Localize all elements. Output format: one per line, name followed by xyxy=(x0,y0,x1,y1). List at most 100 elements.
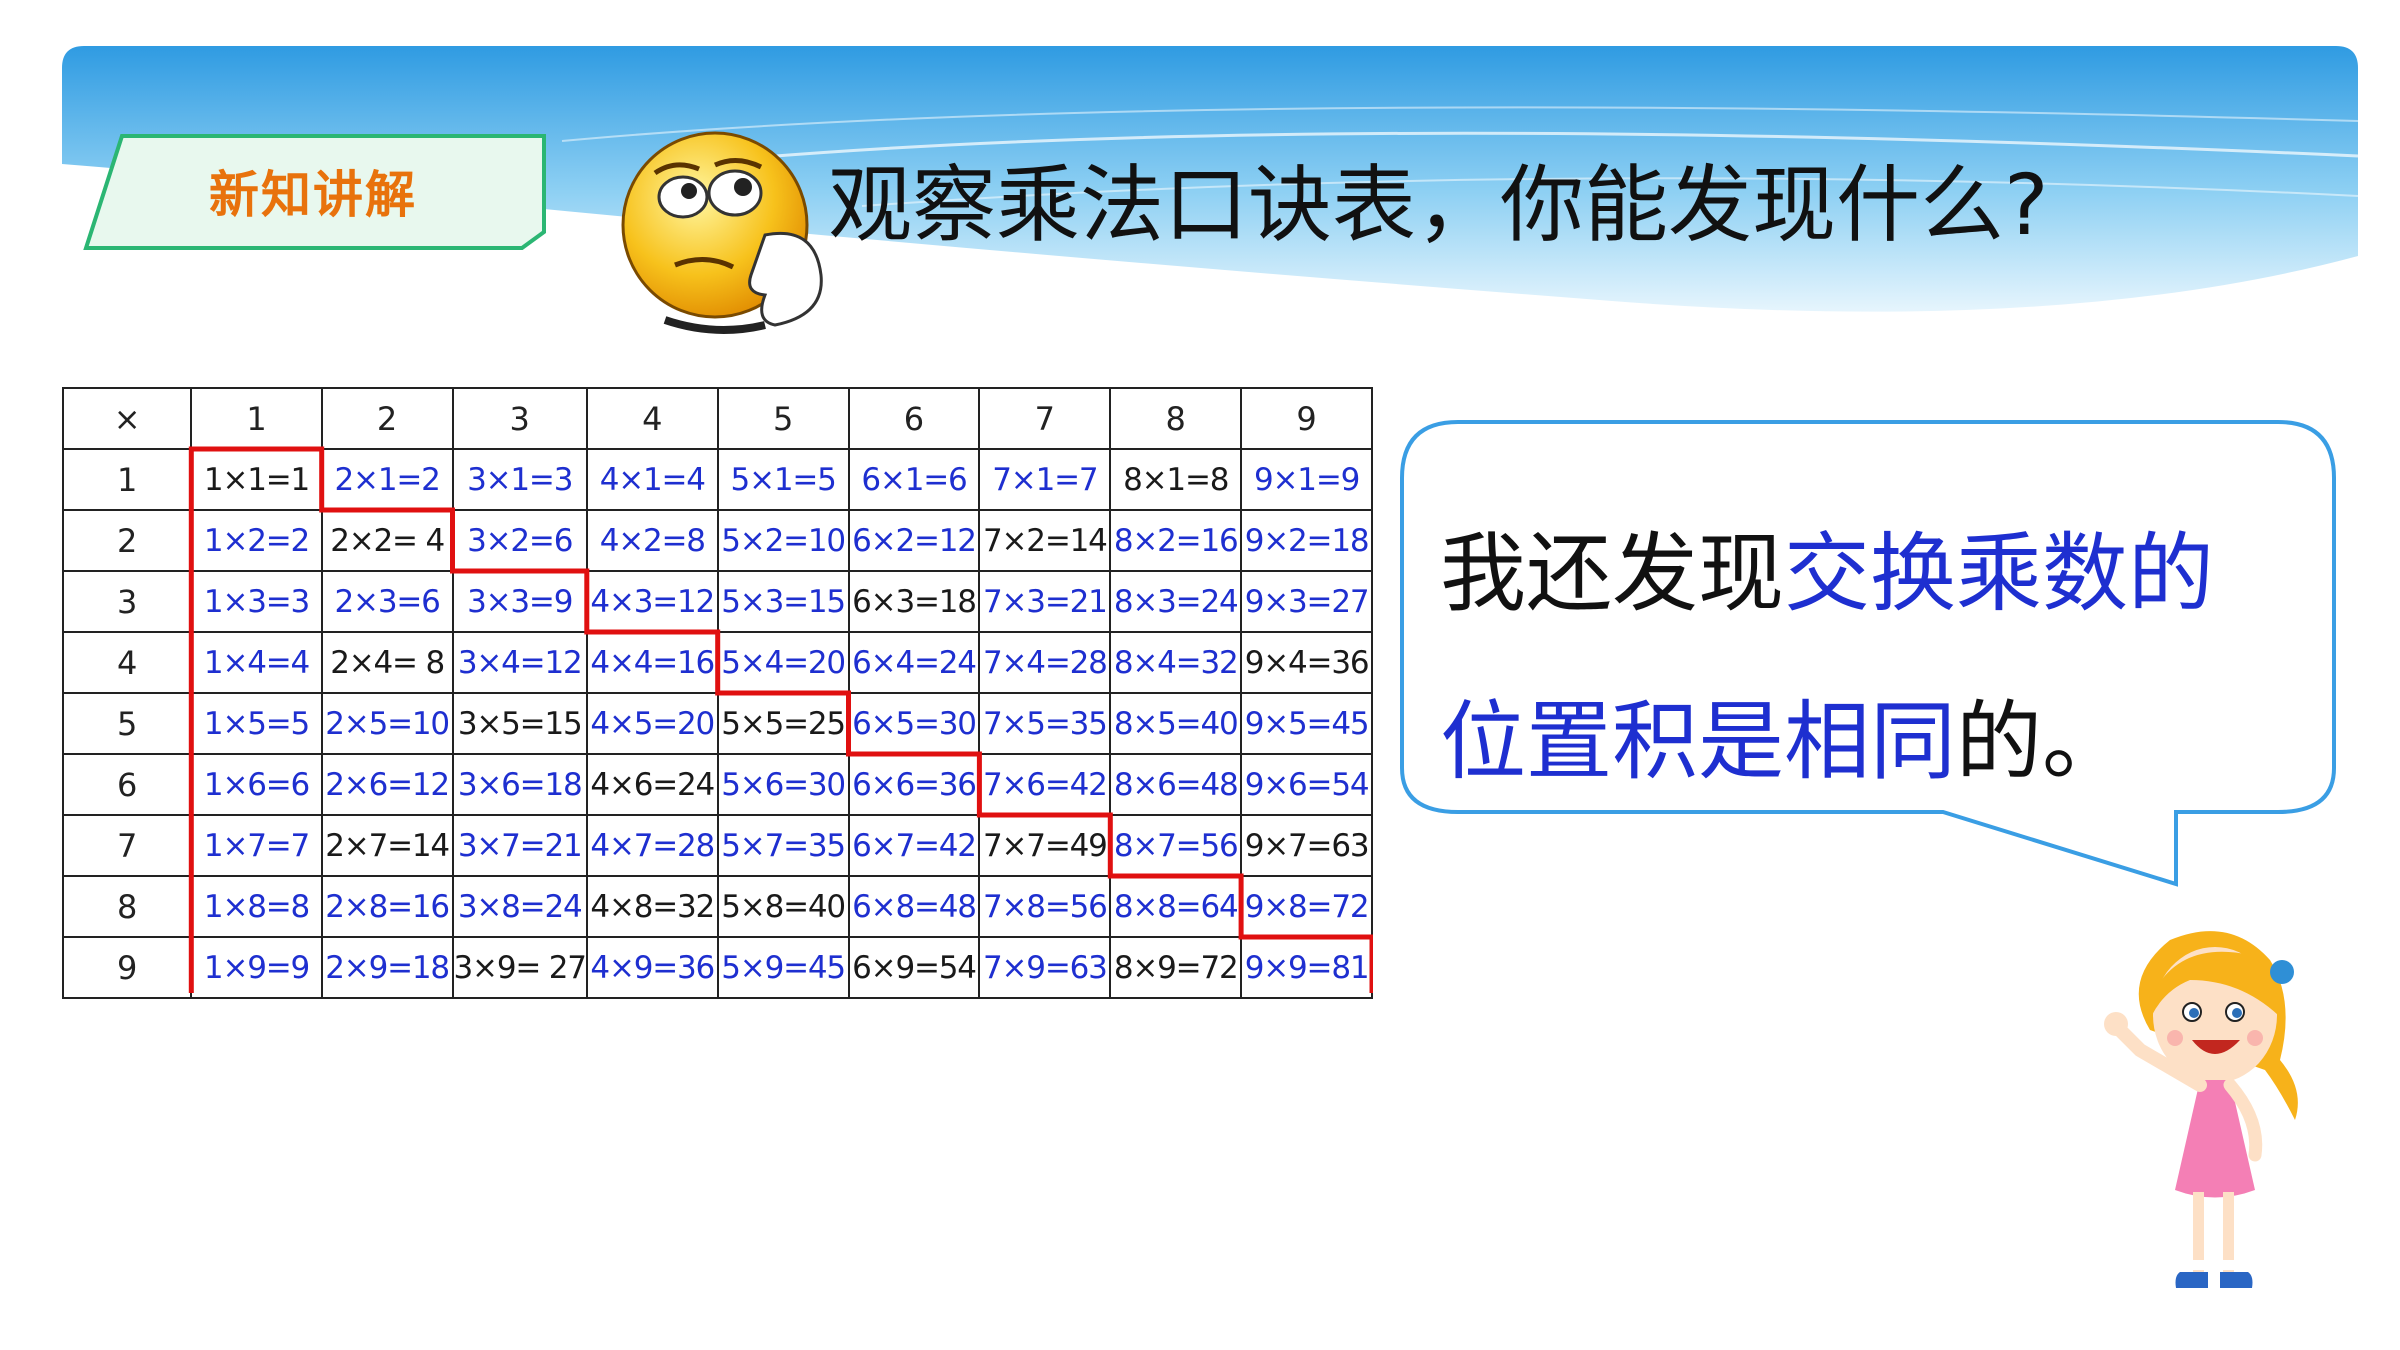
table-cell: 8×7=56 xyxy=(1109,814,1243,877)
table-row: 7 1×7=7 2×7=14 3×7=21 4×7=28 5×7=35 6×7=42 7×7=… xyxy=(61,814,1373,877)
table-cell: 3×8=24 xyxy=(451,875,588,938)
girl-illustration xyxy=(2104,931,2298,1288)
table-cell: 7×9=63 xyxy=(978,936,1112,999)
row-header-2: 2 xyxy=(61,509,193,572)
table-row: 9 1×9=9 2×9=18 3×9= 27 4×9=36 5×9=45 6×9=54 7×9… xyxy=(61,936,1373,999)
table-cell: 3×4=12 xyxy=(451,631,588,694)
column-header-2: 2 xyxy=(320,387,454,450)
row-header-4: 4 xyxy=(61,631,193,694)
row-header-9: 9 xyxy=(61,936,193,999)
table-cell: 1×3=3 xyxy=(190,570,323,633)
table-cell: 2×9=18 xyxy=(320,936,454,999)
table-cell: 8×6=48 xyxy=(1109,753,1243,816)
table-header-row: × 123456789 xyxy=(61,387,1373,450)
table-cell: 9×8=72 xyxy=(1240,875,1373,938)
table-cell: 4×5=20 xyxy=(585,692,719,755)
table-row: 8 1×8=8 2×8=16 3×8=24 4×8=32 5×8=40 6×8=48 7×8=… xyxy=(61,875,1373,938)
table-cell: 3×7=21 xyxy=(451,814,588,877)
page-title: 观察乘法口诀表，你能发现什么? xyxy=(828,156,2049,254)
table-cell: 5×8=40 xyxy=(716,875,850,938)
table-cell: 7×5=35 xyxy=(978,692,1112,755)
table-cell: 6×8=48 xyxy=(847,875,981,938)
table-cell: 9×1=9 xyxy=(1240,448,1373,511)
row-header-7: 7 xyxy=(61,814,193,877)
table-row: 6 1×6=6 2×6=12 3×6=18 4×6=24 5×6=30 6×6=36 7×6=… xyxy=(61,753,1373,816)
table-cell: 3×2=6 xyxy=(451,509,588,572)
table-cell: 5×9=45 xyxy=(716,936,850,999)
table-cell: 6×1=6 xyxy=(847,448,981,511)
table-cell: 8×4=32 xyxy=(1109,631,1243,694)
table-cell: 9×9=81 xyxy=(1240,936,1373,999)
table-cell: 8×3=24 xyxy=(1109,570,1243,633)
column-header-4: 4 xyxy=(585,387,719,450)
table-cell: 5×7=35 xyxy=(716,814,850,877)
column-header-8: 8 xyxy=(1109,387,1243,450)
column-header-7: 7 xyxy=(978,387,1112,450)
table-cell: 7×1=7 xyxy=(978,448,1112,511)
table-cell: 6×9=54 xyxy=(847,936,981,999)
table-cell: 1×6=6 xyxy=(190,753,323,816)
table-cell: 4×2=8 xyxy=(585,509,719,572)
table-body: 1 1×1=1 2×1=2 3×1=3 4×1=4 5×1=5 6×1=6 7×1=7 8×1=… xyxy=(61,448,1373,999)
table-cell: 3×3=9 xyxy=(451,570,588,633)
table-cell: 4×7=28 xyxy=(585,814,719,877)
table-cell: 4×9=36 xyxy=(585,936,719,999)
table-cell: 3×9= 27 xyxy=(451,936,588,999)
table-row: 5 1×5=5 2×5=10 3×5=15 4×5=20 5×5=25 6×5=30 7×5=… xyxy=(61,692,1373,755)
table-cell: 9×3=27 xyxy=(1240,570,1373,633)
table-cell: 5×3=15 xyxy=(716,570,850,633)
table-cell: 4×6=24 xyxy=(585,753,719,816)
table-cell: 7×6=42 xyxy=(978,753,1112,816)
table-cell: 4×3=12 xyxy=(585,570,719,633)
row-header-6: 6 xyxy=(61,753,193,816)
table-cell: 2×3=6 xyxy=(320,570,454,633)
table-cell: 4×4=16 xyxy=(585,631,719,694)
table-cell: 9×6=54 xyxy=(1240,753,1373,816)
table-cell: 8×9=72 xyxy=(1109,936,1243,999)
table-cell: 2×2= 4 xyxy=(320,509,454,572)
table-cell: 3×5=15 xyxy=(451,692,588,755)
table-cell: 7×7=49 xyxy=(978,814,1112,877)
table-cell: 7×2=14 xyxy=(978,509,1112,572)
table-cell: 4×1=4 xyxy=(585,448,719,511)
table-cell: 9×7=63 xyxy=(1240,814,1373,877)
table-cell: 1×4=4 xyxy=(190,631,323,694)
table-cell: 5×2=10 xyxy=(716,509,850,572)
table-cell: 5×6=30 xyxy=(716,753,850,816)
table-cell: 8×2=16 xyxy=(1109,509,1243,572)
table-cell: 6×5=30 xyxy=(847,692,981,755)
table-cell: 5×4=20 xyxy=(716,631,850,694)
table-cell: 9×4=36 xyxy=(1240,631,1373,694)
table-cell: 7×3=21 xyxy=(978,570,1112,633)
table-cell: 9×5=45 xyxy=(1240,692,1373,755)
table-cell: 6×3=18 xyxy=(847,570,981,633)
table-cell: 9×2=18 xyxy=(1240,509,1373,572)
bubble-highlight-part2: 交换乘数的 xyxy=(1784,524,2214,624)
table-cell: 5×1=5 xyxy=(716,448,850,511)
thinking-face-icon xyxy=(621,131,823,334)
speech-bubble-text: 我还发现交换乘数的 位置积是相同的。 xyxy=(1440,490,2300,826)
table-cell: 1×7=7 xyxy=(190,814,323,877)
table-cell: 2×5=10 xyxy=(320,692,454,755)
table-cell: 8×1=8 xyxy=(1109,448,1243,511)
table-cell: 8×5=40 xyxy=(1109,692,1243,755)
table-row: 3 1×3=3 2×3=6 3×3=9 4×3=12 5×3=15 6×3=18 7×3=21… xyxy=(61,570,1373,633)
table-cell: 1×5=5 xyxy=(190,692,323,755)
table-cell: 2×4= 8 xyxy=(320,631,454,694)
table-cell: 8×8=64 xyxy=(1109,875,1243,938)
table-row: 2 1×2=2 2×2= 4 3×2=6 4×2=8 5×2=10 6×2=12 7×2=14… xyxy=(61,509,1373,572)
column-header-6: 6 xyxy=(847,387,981,450)
table-cell: 4×8=32 xyxy=(585,875,719,938)
table-cell: 6×7=42 xyxy=(847,814,981,877)
multiplication-table-container: × 123456789 1 1×1=1 2×1=2 3×1=3 4×1=4 5×1=5 6×… xyxy=(61,387,1373,999)
column-header-1: 1 xyxy=(190,387,323,450)
table-cell: 2×1=2 xyxy=(320,448,454,511)
table-cell: 6×2=12 xyxy=(847,509,981,572)
row-header-8: 8 xyxy=(61,875,193,938)
table-cell: 6×4=24 xyxy=(847,631,981,694)
table-cell: 1×2=2 xyxy=(190,509,323,572)
table-cell: 3×6=18 xyxy=(451,753,588,816)
row-header-5: 5 xyxy=(61,692,193,755)
table-cell: 3×1=3 xyxy=(451,448,588,511)
table-cell: 6×6=36 xyxy=(847,753,981,816)
